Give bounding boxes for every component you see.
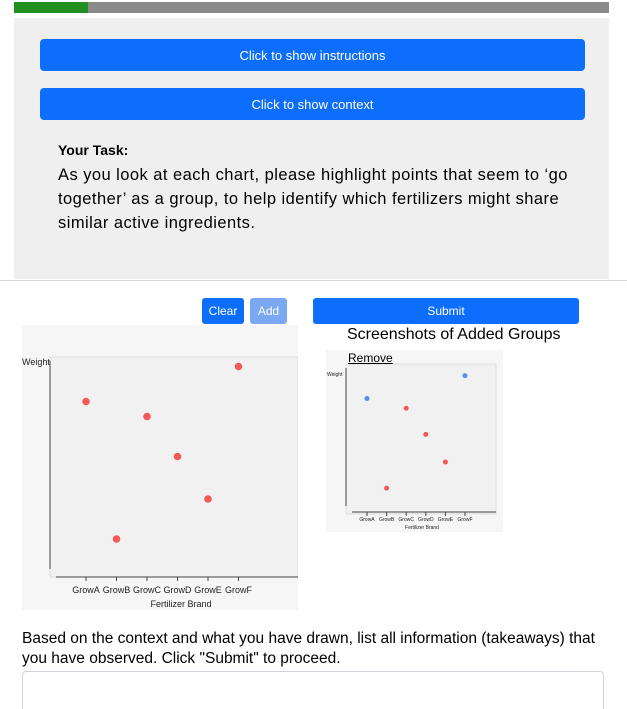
data-point: [384, 485, 390, 491]
y-axis-label: Weight: [327, 372, 343, 378]
section-divider: [0, 280, 627, 281]
task-title: Your Task:: [58, 142, 129, 158]
main-chart[interactable]: Weight Fertilizer Brand GrowA GrowB GrowC Gro…: [22, 325, 299, 610]
add-button[interactable]: Add: [250, 298, 287, 324]
x-tick-label: GrowD: [418, 517, 434, 523]
submit-button[interactable]: Submit: [313, 298, 579, 324]
data-point: [82, 397, 90, 406]
x-tick-label: GrowA: [359, 517, 375, 523]
x-tick-label: GrowE: [438, 517, 454, 523]
clear-button[interactable]: Clear: [202, 298, 244, 324]
data-point: [204, 495, 212, 503]
data-point: [462, 373, 468, 379]
x-tick-label: GrowE: [194, 585, 222, 595]
x-tick-label: GrowA: [72, 585, 100, 595]
show-instructions-button[interactable]: Click to show instructions: [40, 39, 585, 71]
plot-area: [49, 356, 299, 578]
x-tick-label: GrowC: [133, 585, 162, 595]
data-point: [112, 535, 121, 543]
show-context-button[interactable]: Click to show context: [40, 88, 585, 120]
main-chart-svg[interactable]: WeightFertilizer BrandGrowA GrowB GrowC Gro…: [22, 325, 299, 610]
screenshots-title: Screenshots of Added Groups: [347, 326, 561, 343]
data-point: [403, 405, 409, 411]
progress-bar-fill: [14, 2, 89, 13]
x-tick-label: GrowC: [398, 517, 414, 523]
y-axis-label: Weight: [22, 357, 50, 367]
data-point: [143, 412, 151, 421]
data-point: [234, 362, 243, 371]
data-point: [364, 395, 370, 401]
x-tick-label: GrowF: [225, 585, 253, 595]
group-screenshot: Weight Fertilizer Brand GrowA GrowB GrowC Gro…: [326, 350, 503, 532]
data-point: [423, 431, 429, 437]
takeaways-question: Based on the context and what you have d…: [22, 630, 595, 667]
task-description: As you look at each chart, please highli…: [58, 166, 568, 232]
task-panel: Click to show instructions Click to show…: [14, 18, 609, 279]
x-tick-label: GrowB: [103, 585, 131, 595]
progress-bar: [14, 2, 609, 13]
data-point: [173, 452, 182, 461]
takeaways-input[interactable]: [22, 671, 604, 709]
x-tick-label: GrowB: [379, 517, 395, 523]
remove-link[interactable]: Remove: [348, 351, 393, 365]
group-screenshot-svg: Weight Fertilizer Brand GrowA GrowB GrowC Gro…: [327, 363, 497, 531]
x-tick-label: GrowD: [163, 585, 192, 595]
x-axis-label: Fertilizer Brand: [150, 599, 211, 609]
x-axis-label: Fertilizer Brand: [405, 525, 439, 531]
plot-area: [345, 363, 497, 515]
x-tick-label: GrowF: [458, 517, 473, 523]
data-point: [442, 459, 448, 465]
